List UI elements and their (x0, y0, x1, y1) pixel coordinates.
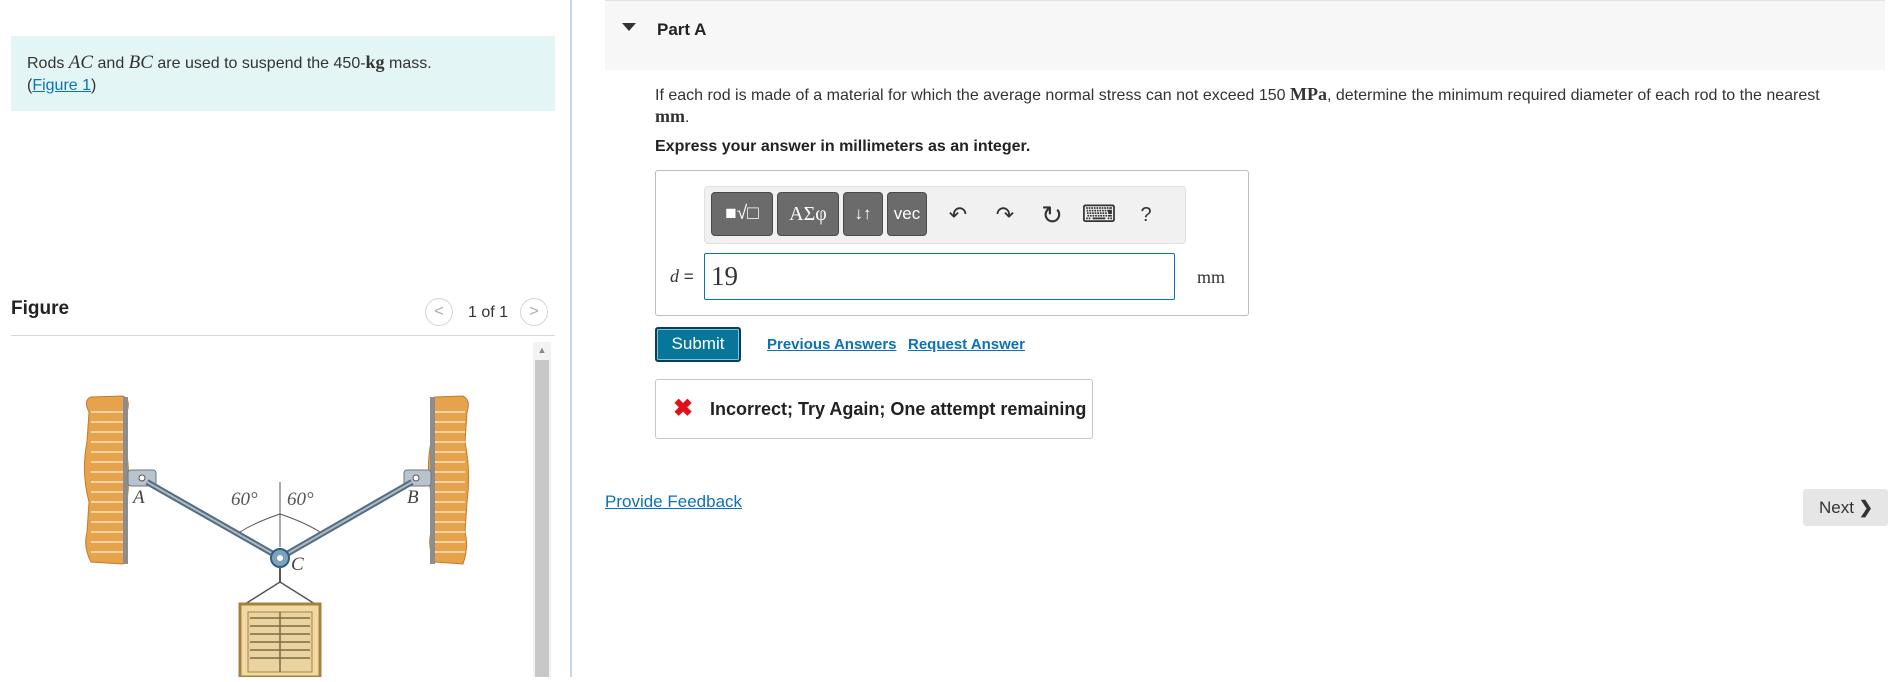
answer-box: ■√□ ΑΣφ ↓↑ vec ↶ ↷ ↻ ⌨ ? d = mm (655, 170, 1249, 316)
feedback-text: Incorrect; Try Again; One attempt remain… (710, 399, 1087, 419)
answer-unit: mm (1197, 267, 1226, 287)
figure-scrollbar[interactable]: ▲ (533, 342, 551, 677)
label-c: C (291, 554, 304, 575)
figure-title: Figure (11, 298, 70, 319)
scroll-thumb[interactable] (535, 360, 549, 677)
angle-label-right: 60° (287, 489, 314, 510)
part-title: Part A (657, 20, 707, 39)
rod-bc-symbol: BC (128, 52, 153, 73)
column-divider (570, 0, 572, 677)
angle-arc-left (239, 513, 281, 533)
next-button[interactable]: Next ❯ (1803, 489, 1888, 526)
problem-text-and: and (93, 55, 129, 72)
question-suffix: , determine the minimum required diamete… (1326, 87, 1820, 104)
undo-icon[interactable]: ↶ (940, 195, 976, 235)
stress-unit: MPa (1290, 84, 1327, 104)
crate-450kg (238, 602, 322, 679)
request-answer-link[interactable]: Request Answer (908, 336, 1025, 353)
reset-icon[interactable]: ↻ (1034, 195, 1070, 235)
problem-statement: Rods AC and BC are used to suspend the 4… (11, 36, 555, 111)
chevron-right-icon: ❯ (1858, 498, 1873, 517)
figure-image: 60° 60° A B C (11, 342, 531, 679)
part-a-header[interactable]: Part A (605, 0, 1885, 70)
question-text: If each rod is made of a material for wh… (655, 84, 1855, 128)
keyboard-icon[interactable]: ⌨ (1081, 195, 1117, 235)
provide-feedback-link[interactable]: Provide Feedback (605, 492, 742, 512)
label-a: A (131, 487, 145, 508)
next-label: Next (1819, 498, 1854, 517)
angle-arc-right (279, 513, 321, 533)
answer-input[interactable] (704, 253, 1175, 300)
figure-previous-button[interactable]: < (425, 298, 453, 326)
subscript-superscript-button[interactable]: ↓↑ (843, 192, 883, 236)
error-x-icon: ✖ (673, 395, 694, 422)
suspended-mass-diagram: 60° 60° A B C (83, 395, 470, 679)
answer-equals: = (679, 267, 694, 286)
previous-answers-link[interactable]: Previous Answers (767, 336, 897, 353)
feedback-message-box: ✖ Incorrect; Try Again; One attempt rema… (655, 379, 1093, 439)
answer-variable: d (670, 266, 679, 286)
vector-button[interactable]: vec (887, 192, 927, 236)
answer-instruction: Express your answer in millimeters as an… (655, 138, 1031, 155)
redo-icon[interactable]: ↷ (987, 195, 1023, 235)
problem-column: Rods AC and BC are used to suspend the 4… (0, 0, 570, 679)
label-b: B (407, 487, 419, 508)
length-unit: mm (655, 106, 685, 126)
greek-symbols-button[interactable]: ΑΣφ (777, 192, 839, 236)
figure-header: Figure < 1 of 1 > (11, 296, 555, 336)
figure-counter: 1 of 1 (468, 304, 509, 321)
problem-text-prefix: Rods (27, 55, 69, 72)
left-wall (83, 395, 130, 565)
math-toolbar: ■√□ ΑΣφ ↓↑ vec ↶ ↷ ↻ ⌨ ? (704, 186, 1186, 244)
problem-text-mid: are used to suspend the 450- (152, 55, 366, 72)
scroll-up-arrow-icon[interactable]: ▲ (533, 342, 551, 358)
angle-label-left: 60° (231, 489, 258, 510)
question-end: . (685, 109, 690, 126)
figure-next-button[interactable]: > (520, 298, 548, 326)
answer-label: d = (670, 266, 694, 287)
templates-button[interactable]: ■√□ (711, 192, 773, 236)
right-wall (427, 395, 470, 565)
mass-unit: kg (365, 52, 385, 72)
submit-button[interactable]: Submit (655, 327, 741, 362)
problem-text-end: mass. (384, 55, 432, 72)
figure-1-link[interactable]: Figure 1 (32, 77, 91, 94)
figure-link-close: ) (91, 77, 97, 94)
question-prefix: If each rod is made of a material for wh… (655, 87, 1290, 104)
rod-ac-symbol: AC (68, 52, 94, 73)
help-icon[interactable]: ? (1128, 195, 1164, 235)
collapse-caret-icon[interactable] (622, 23, 636, 31)
